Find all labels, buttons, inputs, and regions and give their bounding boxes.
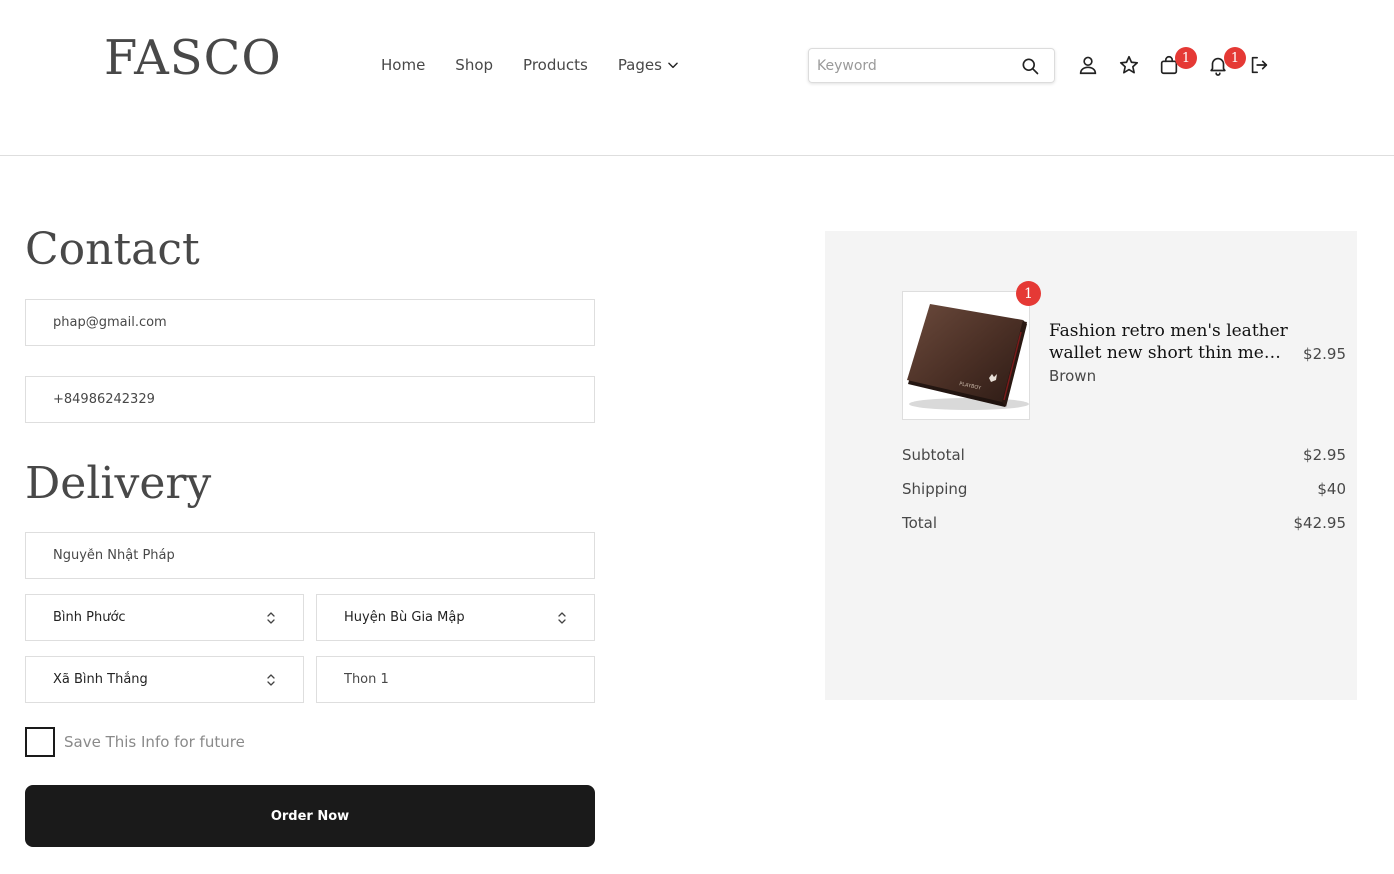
order-summary-panel: PLAYBOY 1 Fashion retro men's leather wa…: [825, 231, 1357, 700]
nav-products-label: Products: [523, 56, 588, 74]
updown-chevron-icon: [558, 611, 566, 624]
product-thumbnail: PLAYBOY: [902, 291, 1030, 420]
phone-field[interactable]: [25, 376, 595, 423]
nav-pages[interactable]: Pages: [618, 54, 680, 76]
search-box: [808, 48, 1055, 83]
nav-shop-label: Shop: [455, 56, 494, 74]
delivery-title: Delivery: [25, 458, 212, 509]
shipping-row: Shipping $40: [902, 480, 1346, 498]
ward-value: Xã Bình Thắng: [53, 672, 148, 687]
full-name-input[interactable]: [53, 548, 594, 563]
email-field[interactable]: [25, 299, 595, 346]
product-name: Fashion retro men's leather wallet new s…: [1049, 320, 1289, 364]
save-info-label: Save This Info for future: [64, 733, 245, 751]
site-logo[interactable]: FASCO: [104, 34, 282, 82]
search-icon[interactable]: [1020, 56, 1040, 76]
subtotal-label: Subtotal: [902, 446, 965, 464]
nav-pages-label: Pages: [617, 56, 662, 74]
district-select[interactable]: Huyện Bù Gia Mập: [316, 594, 595, 641]
star-icon[interactable]: [1118, 54, 1140, 76]
save-info-checkbox[interactable]: [25, 727, 55, 757]
nav-home-label: Home: [381, 56, 426, 74]
user-icon[interactable]: [1077, 54, 1099, 76]
wallet-image: PLAYBOY: [907, 304, 1029, 410]
subtotal-value: $2.95: [1303, 446, 1346, 464]
shipping-value: $40: [1317, 480, 1346, 498]
site-header: FASCO Home Shop Products Pages 1 1: [0, 0, 1394, 156]
phone-input[interactable]: [53, 392, 594, 407]
subtotal-row: Subtotal $2.95: [902, 446, 1346, 464]
nav-products[interactable]: Products: [523, 54, 588, 76]
province-value: Bình Phước: [53, 610, 126, 625]
product-name-line-1: Fashion retro men's leather: [1049, 321, 1288, 341]
nav-shop[interactable]: Shop: [455, 54, 493, 76]
shipping-label: Shipping: [902, 480, 968, 498]
updown-chevron-icon: [267, 673, 275, 686]
cart-count-badge: 1: [1175, 47, 1197, 69]
ward-select[interactable]: Xã Bình Thắng: [25, 656, 304, 703]
chevron-down-icon: [668, 62, 678, 69]
search-input[interactable]: [809, 49, 1009, 82]
address-field[interactable]: [316, 656, 595, 703]
province-select[interactable]: Bình Phước: [25, 594, 304, 641]
product-color: Brown: [1049, 367, 1097, 385]
district-value: Huyện Bù Gia Mập: [344, 610, 465, 625]
product-price: $2.95: [1303, 345, 1346, 363]
logout-icon[interactable]: [1248, 54, 1270, 76]
notification-count-badge: 1: [1224, 47, 1246, 69]
total-label: Total: [902, 514, 938, 532]
main-nav: Home Shop Products Pages: [381, 54, 680, 76]
address-input[interactable]: [344, 672, 594, 687]
item-quantity-badge: 1: [1016, 281, 1041, 306]
product-name-line-2: wallet new short thin men's...: [1049, 343, 1289, 363]
total-row: Total $42.95: [902, 514, 1346, 532]
full-name-field[interactable]: [25, 532, 595, 579]
contact-title: Contact: [25, 224, 200, 275]
order-now-button[interactable]: Order Now: [25, 785, 595, 847]
nav-home[interactable]: Home: [381, 54, 425, 76]
email-input[interactable]: [53, 315, 594, 330]
updown-chevron-icon: [267, 611, 275, 624]
total-value: $42.95: [1293, 514, 1347, 532]
